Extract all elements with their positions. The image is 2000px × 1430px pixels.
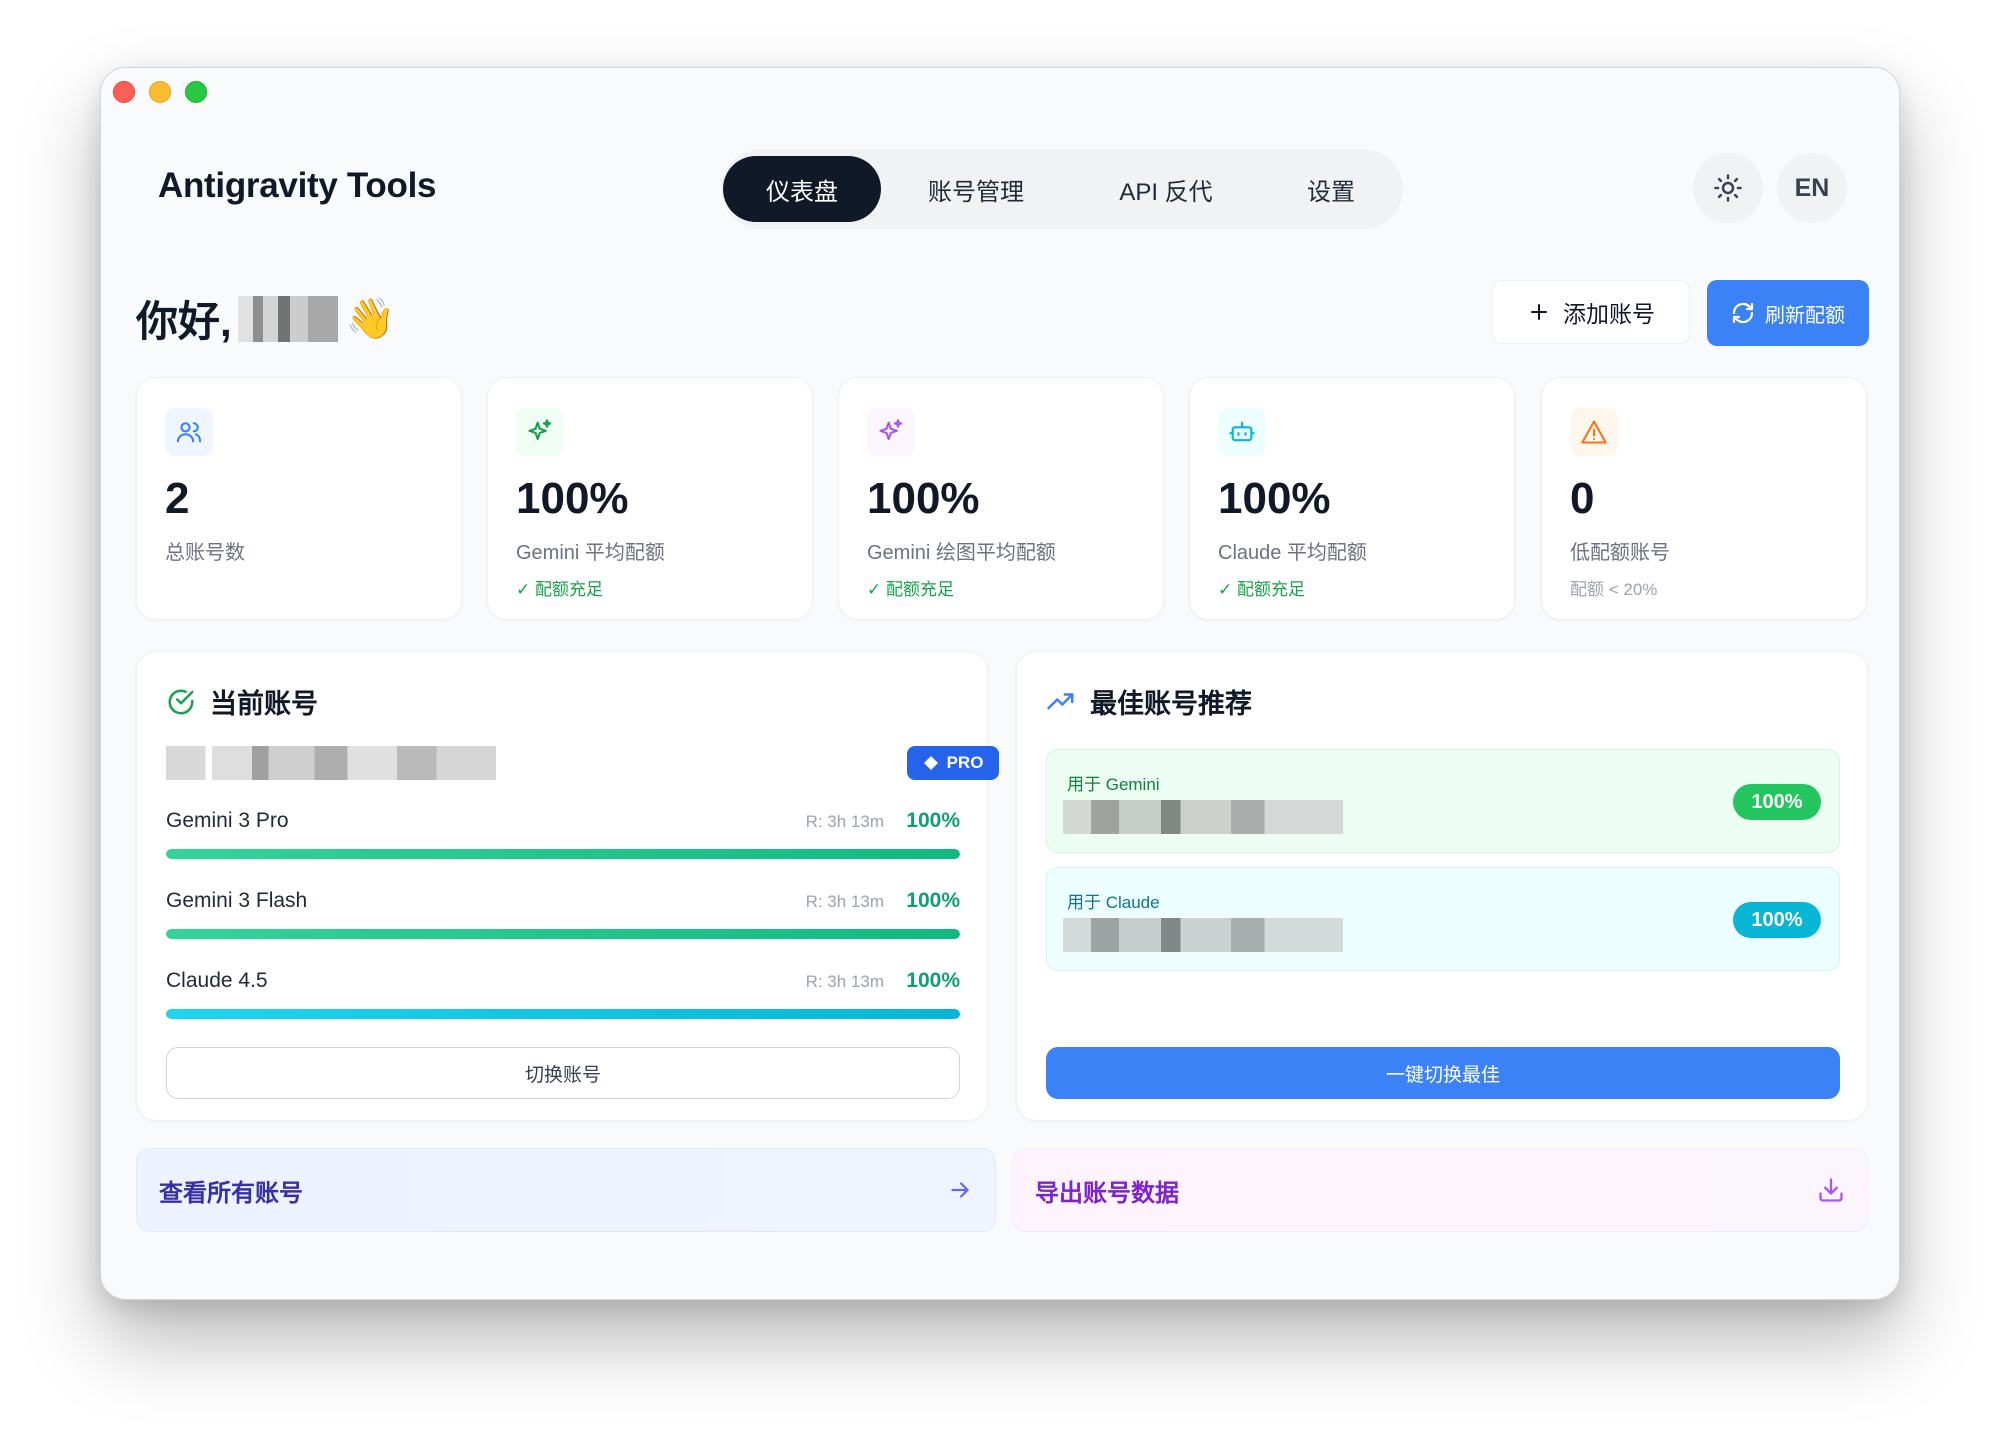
- stat-card-claude-quota: 100% Claude 平均配额 ✓ 配额充足: [1189, 377, 1515, 620]
- app-window: Antigravity Tools 仪表盘 账号管理 API 反代 设置 EN …: [100, 67, 1900, 1300]
- close-window-button[interactable]: [113, 81, 135, 103]
- language-button[interactable]: EN: [1777, 153, 1847, 223]
- bot-icon: [1218, 408, 1266, 456]
- tab-settings[interactable]: 设置: [1261, 156, 1401, 222]
- recommendation-percent-badge: 100%: [1733, 902, 1821, 938]
- pro-badge-label: PRO: [946, 753, 984, 772]
- quota-model-name: Gemini 3 Pro: [166, 809, 289, 832]
- arrow-right-icon: [951, 1182, 969, 1198]
- quota-reset-time: R: 3h 13m: [805, 972, 884, 991]
- diamond-icon: [923, 756, 938, 770]
- greeting-text: 你好,: [136, 298, 232, 345]
- quota-progress-fill: [166, 929, 960, 939]
- redacted-username: [237, 295, 338, 342]
- main-nav: 仪表盘 账号管理 API 反代 设置: [721, 149, 1403, 229]
- refresh-quota-button[interactable]: 刷新配额: [1707, 280, 1869, 346]
- quota-percent: 100%: [906, 809, 960, 832]
- stat-value: 2: [165, 474, 190, 523]
- stat-value: 100%: [867, 474, 980, 523]
- theme-toggle-button[interactable]: [1693, 153, 1763, 223]
- redacted-account-email: [1063, 800, 1343, 834]
- current-account-card: 当前账号 PRO Gemini 3 Pro R: 3h 13m 100% Gem…: [136, 651, 999, 1121]
- quota-reset-time: R: 3h 13m: [805, 892, 884, 911]
- stat-value: 0: [1570, 474, 1595, 523]
- download-icon: [1819, 1178, 1843, 1202]
- tab-api-proxy[interactable]: API 反代: [1071, 156, 1261, 222]
- quota-percent: 100%: [906, 889, 960, 912]
- add-account-label: 添加账号: [1563, 301, 1655, 327]
- tab-dashboard[interactable]: 仪表盘: [723, 156, 881, 222]
- recommendation-claude[interactable]: 用于 Claude 100%: [1046, 867, 1840, 971]
- view-all-accounts-label: 查看所有账号: [159, 1179, 303, 1207]
- sparkles-icon: [867, 408, 915, 456]
- stat-card-low-quota: 0 低配额账号 配额 < 20%: [1541, 377, 1867, 620]
- recommendation-gemini[interactable]: 用于 Gemini 100%: [1046, 749, 1840, 853]
- quota-progress-bar: [166, 1009, 960, 1019]
- stat-status: ✓ 配额充足: [516, 580, 603, 599]
- warning-icon: [1570, 408, 1618, 456]
- quota-progress-fill: [166, 1009, 960, 1019]
- trending-up-icon: [1047, 692, 1074, 709]
- refresh-quota-label: 刷新配额: [1765, 304, 1845, 327]
- card-title: 当前账号: [166, 682, 318, 721]
- refresh-icon: [1732, 302, 1754, 324]
- best-account-title: 最佳账号推荐: [1090, 689, 1252, 719]
- sun-icon: [1714, 174, 1742, 202]
- view-all-accounts-button[interactable]: 查看所有账号: [136, 1148, 996, 1232]
- check-circle-icon: [168, 689, 194, 714]
- current-account-title: 当前账号: [210, 689, 318, 719]
- stat-label: 总账号数: [165, 542, 245, 564]
- stat-card-total-accounts: 2 总账号数: [136, 377, 462, 620]
- quota-model-name: Claude 4.5: [166, 969, 268, 992]
- maximize-window-button[interactable]: [185, 81, 207, 103]
- greeting: 你好, 👋: [136, 288, 395, 349]
- minimize-window-button[interactable]: [149, 81, 171, 103]
- switch-account-button[interactable]: 切换账号: [166, 1047, 960, 1099]
- recommendation-label: 用于 Gemini: [1067, 775, 1160, 794]
- stat-label: Gemini 绘图平均配额: [867, 542, 1056, 564]
- export-accounts-button[interactable]: 导出账号数据: [1012, 1148, 1868, 1232]
- sparkles-icon: [516, 408, 564, 456]
- pro-badge: PRO: [907, 746, 999, 780]
- tab-accounts[interactable]: 账号管理: [881, 156, 1071, 222]
- users-icon: [165, 408, 213, 456]
- redacted-account-email: [1063, 918, 1343, 952]
- add-account-button[interactable]: 添加账号: [1492, 280, 1690, 344]
- stat-value: 100%: [1218, 474, 1331, 523]
- quota-progress-bar: [166, 929, 960, 939]
- switch-best-button[interactable]: 一键切换最佳: [1046, 1047, 1840, 1099]
- stat-label: Claude 平均配额: [1218, 542, 1367, 564]
- app-title: Antigravity Tools: [158, 166, 437, 205]
- wave-emoji: 👋: [345, 297, 396, 341]
- quota-model-name: Gemini 3 Flash: [166, 889, 308, 912]
- export-accounts-label: 导出账号数据: [1035, 1179, 1179, 1207]
- stat-card-gemini-quota: 100% Gemini 平均配额 ✓ 配额充足: [487, 377, 813, 620]
- quota-progress-fill: [166, 849, 960, 859]
- plus-icon: [1531, 304, 1547, 320]
- stat-status: ✓ 配额充足: [867, 580, 954, 599]
- quota-progress-bar: [166, 849, 960, 859]
- stat-status: 配额 < 20%: [1570, 580, 1658, 599]
- redacted-account-email: [166, 746, 496, 780]
- stat-status: ✓ 配额充足: [1218, 580, 1305, 599]
- card-title: 最佳账号推荐: [1046, 682, 1252, 721]
- stat-label: Gemini 平均配额: [516, 542, 665, 564]
- best-account-card: 最佳账号推荐 用于 Gemini 100% 用于 Claude 100% 一键切…: [1016, 651, 1868, 1121]
- stat-card-gemini-image-quota: 100% Gemini 绘图平均配额 ✓ 配额充足: [838, 377, 1164, 620]
- recommendation-percent-badge: 100%: [1733, 784, 1821, 820]
- quota-reset-time: R: 3h 13m: [805, 812, 884, 831]
- window-controls: [113, 81, 207, 103]
- quota-percent: 100%: [906, 969, 960, 992]
- stat-value: 100%: [516, 474, 629, 523]
- recommendation-label: 用于 Claude: [1067, 893, 1160, 912]
- stat-label: 低配额账号: [1570, 542, 1670, 564]
